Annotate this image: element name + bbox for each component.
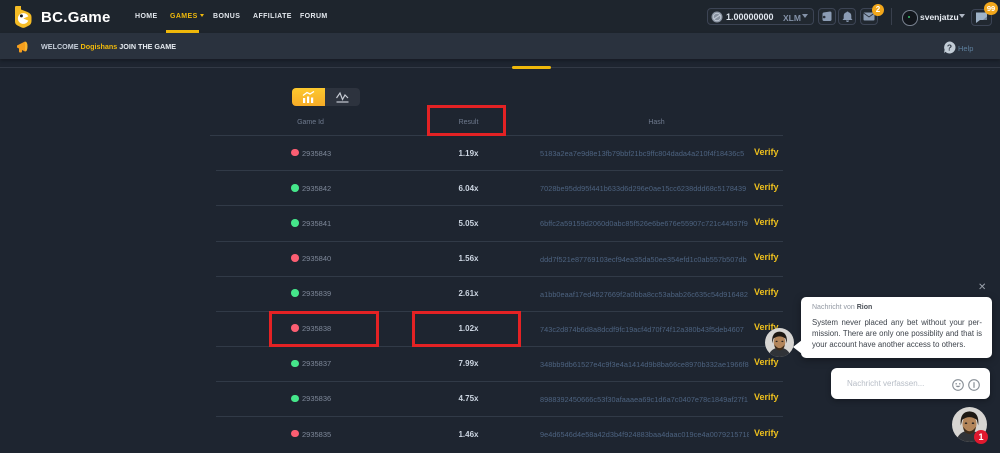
- svg-text:?: ?: [947, 42, 952, 52]
